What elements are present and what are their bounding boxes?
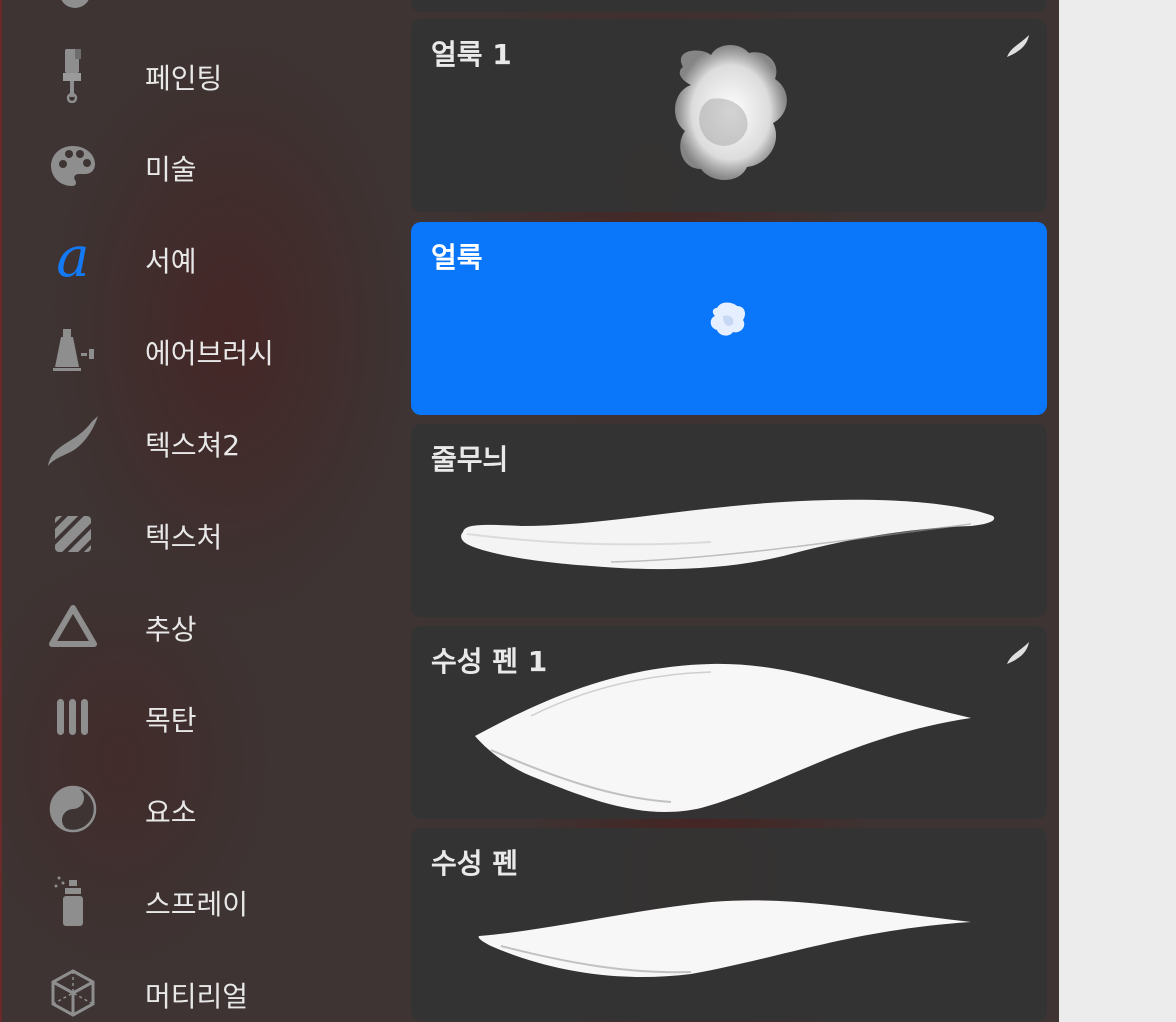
triangle-icon: [44, 598, 102, 654]
sidebar-item-spray[interactable]: 스프레이: [0, 861, 400, 941]
spray-can-icon: [44, 873, 102, 929]
airbrush-icon: [44, 322, 102, 378]
brush-stroke-preview: [710, 302, 745, 336]
sidebar-item-painting[interactable]: 페인팅: [0, 35, 400, 115]
sidebar-item-materials[interactable]: 머티리얼: [0, 953, 400, 1022]
sidebar-item-label: 머티리얼: [145, 980, 249, 1013]
brush-card-partial[interactable]: [411, 0, 1047, 12]
sidebar-item-texture2[interactable]: 텍스쳐2: [0, 402, 400, 482]
calligraphy-a-icon: a: [56, 225, 90, 290]
sidebar-item-label: 미술: [145, 153, 197, 186]
sidebar-item-abstract[interactable]: 추상: [0, 586, 400, 666]
sidebar-item-label: 에어브러시: [145, 337, 274, 370]
sidebar-item-airbrush[interactable]: 에어브러시: [0, 310, 400, 390]
sidebar-item-label: 페인팅: [145, 62, 223, 95]
brush-stroke-preview: [461, 499, 995, 570]
brush-card[interactable]: 줄무늬: [411, 424, 1047, 617]
sidebar-item-elements[interactable]: 요소: [0, 769, 400, 849]
brush-card-selected[interactable]: 얼룩: [411, 222, 1047, 415]
brush-stroke-preview: [478, 900, 971, 978]
cube-icon: [44, 965, 102, 1021]
sidebar-item-label: 텍스쳐2: [145, 429, 241, 462]
palette-icon: [44, 138, 102, 194]
sidebar-item-art[interactable]: 미술: [0, 126, 400, 206]
sidebar-item-charcoal[interactable]: 목탄: [0, 677, 400, 757]
brush-stroke-preview: [475, 663, 971, 812]
sidebar-item-texture[interactable]: 텍스처: [0, 494, 400, 574]
paint-brush-icon: [44, 47, 102, 103]
brush-card[interactable]: 수성 펜: [411, 828, 1047, 1021]
sidebar-item-label: 스프레이: [145, 888, 249, 921]
brush-stroke-preview: [674, 44, 787, 180]
swoosh-icon: [44, 414, 102, 470]
texture-hatch-icon: [44, 506, 102, 562]
sidebar-item-label: 텍스처: [145, 521, 223, 554]
brush-card[interactable]: 얼룩 1: [411, 19, 1047, 212]
sidebar-item-label: 서예: [145, 245, 197, 278]
sidebar-item-calligraphy[interactable]: a 서예: [0, 218, 400, 298]
brush-library-panel: 페인팅 미술 a 서예 에어브러시 텍스쳐2 텍스처 추상 목탄 요소 스프레이…: [0, 0, 1059, 1022]
brush-card[interactable]: 수성 펜 1: [411, 626, 1047, 819]
sidebar-item-label: 목탄: [145, 704, 197, 737]
charcoal-sticks-icon: [44, 689, 102, 745]
yin-yang-icon: [44, 781, 102, 837]
sidebar-item-label: 요소: [145, 796, 197, 829]
partial-category-icon: [60, 0, 90, 8]
sidebar-item-label: 추상: [145, 613, 197, 646]
